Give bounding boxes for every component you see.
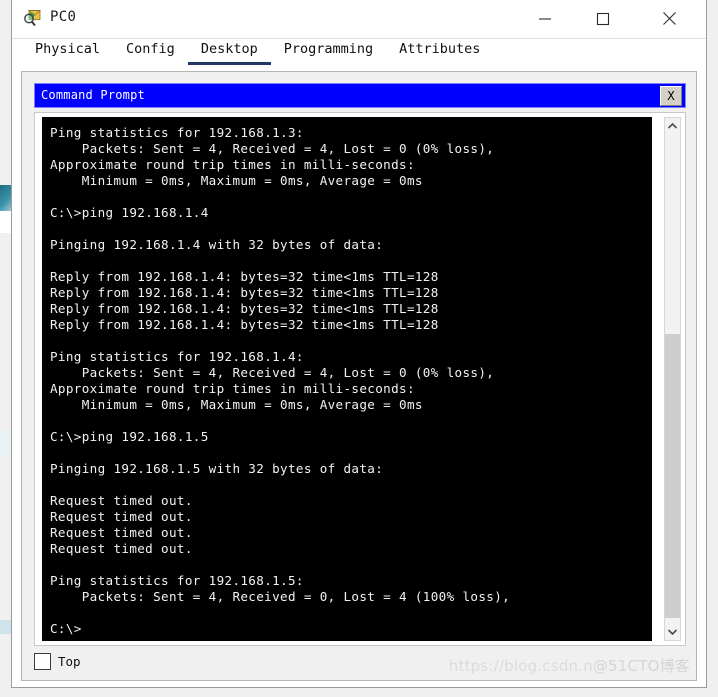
terminal-line: Ping statistics for 192.168.1.4:	[50, 349, 304, 364]
terminal-line: Packets: Sent = 4, Received = 0, Lost = …	[50, 589, 511, 604]
window-titlebar: PC0	[12, 0, 706, 39]
terminal-line: C:\>ping 192.168.1.4	[50, 205, 209, 220]
terminal-line: Packets: Sent = 4, Received = 4, Lost = …	[50, 365, 495, 380]
terminal-line: C:\>ping 192.168.1.5	[50, 429, 209, 444]
terminal-line: Ping statistics for 192.168.1.3:	[50, 125, 304, 140]
terminal-line: Reply from 192.168.1.4: bytes=32 time<1m…	[50, 285, 439, 300]
tab-strip: Physical Config Desktop Programming Attr…	[22, 39, 706, 65]
tab-desktop[interactable]: Desktop	[187, 42, 271, 65]
tab-config[interactable]: Config	[113, 42, 188, 65]
terminal-text: Ping statistics for 192.168.1.3: Packets…	[42, 117, 652, 637]
terminal-line: Request timed out.	[50, 509, 193, 524]
background-window-artifact	[0, 430, 11, 456]
top-checkbox[interactable]	[34, 653, 51, 670]
scrollbar-thumb[interactable]	[665, 334, 680, 618]
background-window-artifact	[0, 211, 11, 233]
pc0-window: PC0 Physical Config Desktop Programming …	[11, 0, 707, 688]
tab-programming[interactable]: Programming	[271, 42, 386, 65]
command-prompt-title: Command Prompt	[41, 88, 145, 102]
watermark-brand: @51CTO博客	[592, 657, 690, 675]
terminal-line: C:\>	[50, 621, 82, 636]
terminal-line: Request timed out.	[50, 541, 193, 556]
minimize-button[interactable]	[522, 0, 568, 37]
terminal-line: Request timed out.	[50, 525, 193, 540]
terminal-line: Approximate round trip times in milli-se…	[50, 157, 415, 172]
terminal-line: Reply from 192.168.1.4: bytes=32 time<1m…	[50, 317, 439, 332]
terminal-line: Approximate round trip times in milli-se…	[50, 381, 415, 396]
terminal-line: Packets: Sent = 4, Received = 4, Lost = …	[50, 141, 495, 156]
command-prompt-window: Command Prompt X Ping statistics for 192…	[34, 83, 686, 646]
watermark: https://blog.csdn.n@51CTO博客	[449, 655, 690, 676]
background-window-artifact	[0, 620, 11, 634]
terminal-scrollbar[interactable]	[664, 117, 681, 641]
terminal-line: Reply from 192.168.1.4: bytes=32 time<1m…	[50, 301, 439, 316]
terminal-line: Request timed out.	[50, 493, 193, 508]
bottom-bar: Top	[34, 653, 81, 670]
chevron-up-icon[interactable]	[665, 118, 680, 134]
packet-tracer-icon	[23, 9, 43, 29]
watermark-url: https://blog.csdn.n	[448, 657, 593, 675]
maximize-button[interactable]	[580, 0, 626, 37]
terminal-line: Minimum = 0ms, Maximum = 0ms, Average = …	[50, 173, 423, 188]
terminal-output[interactable]: Ping statistics for 192.168.1.3: Packets…	[42, 117, 652, 641]
window-title: PC0	[50, 9, 77, 25]
close-button[interactable]	[646, 0, 692, 37]
command-prompt-close-button[interactable]: X	[660, 86, 682, 106]
terminal-line: Pinging 192.168.1.5 with 32 bytes of dat…	[50, 461, 384, 476]
desktop-content-panel: Command Prompt X Ping statistics for 192…	[21, 71, 697, 681]
tab-bar: Physical Config Desktop Programming Attr…	[12, 39, 706, 65]
tab-attributes[interactable]: Attributes	[386, 42, 493, 65]
terminal-line: Ping statistics for 192.168.1.5:	[50, 573, 304, 588]
terminal-line: Minimum = 0ms, Maximum = 0ms, Average = …	[50, 397, 423, 412]
terminal-container: Ping statistics for 192.168.1.3: Packets…	[34, 112, 686, 646]
command-prompt-titlebar: Command Prompt X	[34, 83, 686, 108]
terminal-line: Pinging 192.168.1.4 with 32 bytes of dat…	[50, 237, 384, 252]
chevron-down-icon[interactable]	[665, 624, 680, 640]
tab-physical[interactable]: Physical	[22, 42, 113, 65]
top-checkbox-label: Top	[58, 654, 81, 669]
background-window-artifact	[0, 185, 11, 211]
terminal-line: Reply from 192.168.1.4: bytes=32 time<1m…	[50, 269, 439, 284]
